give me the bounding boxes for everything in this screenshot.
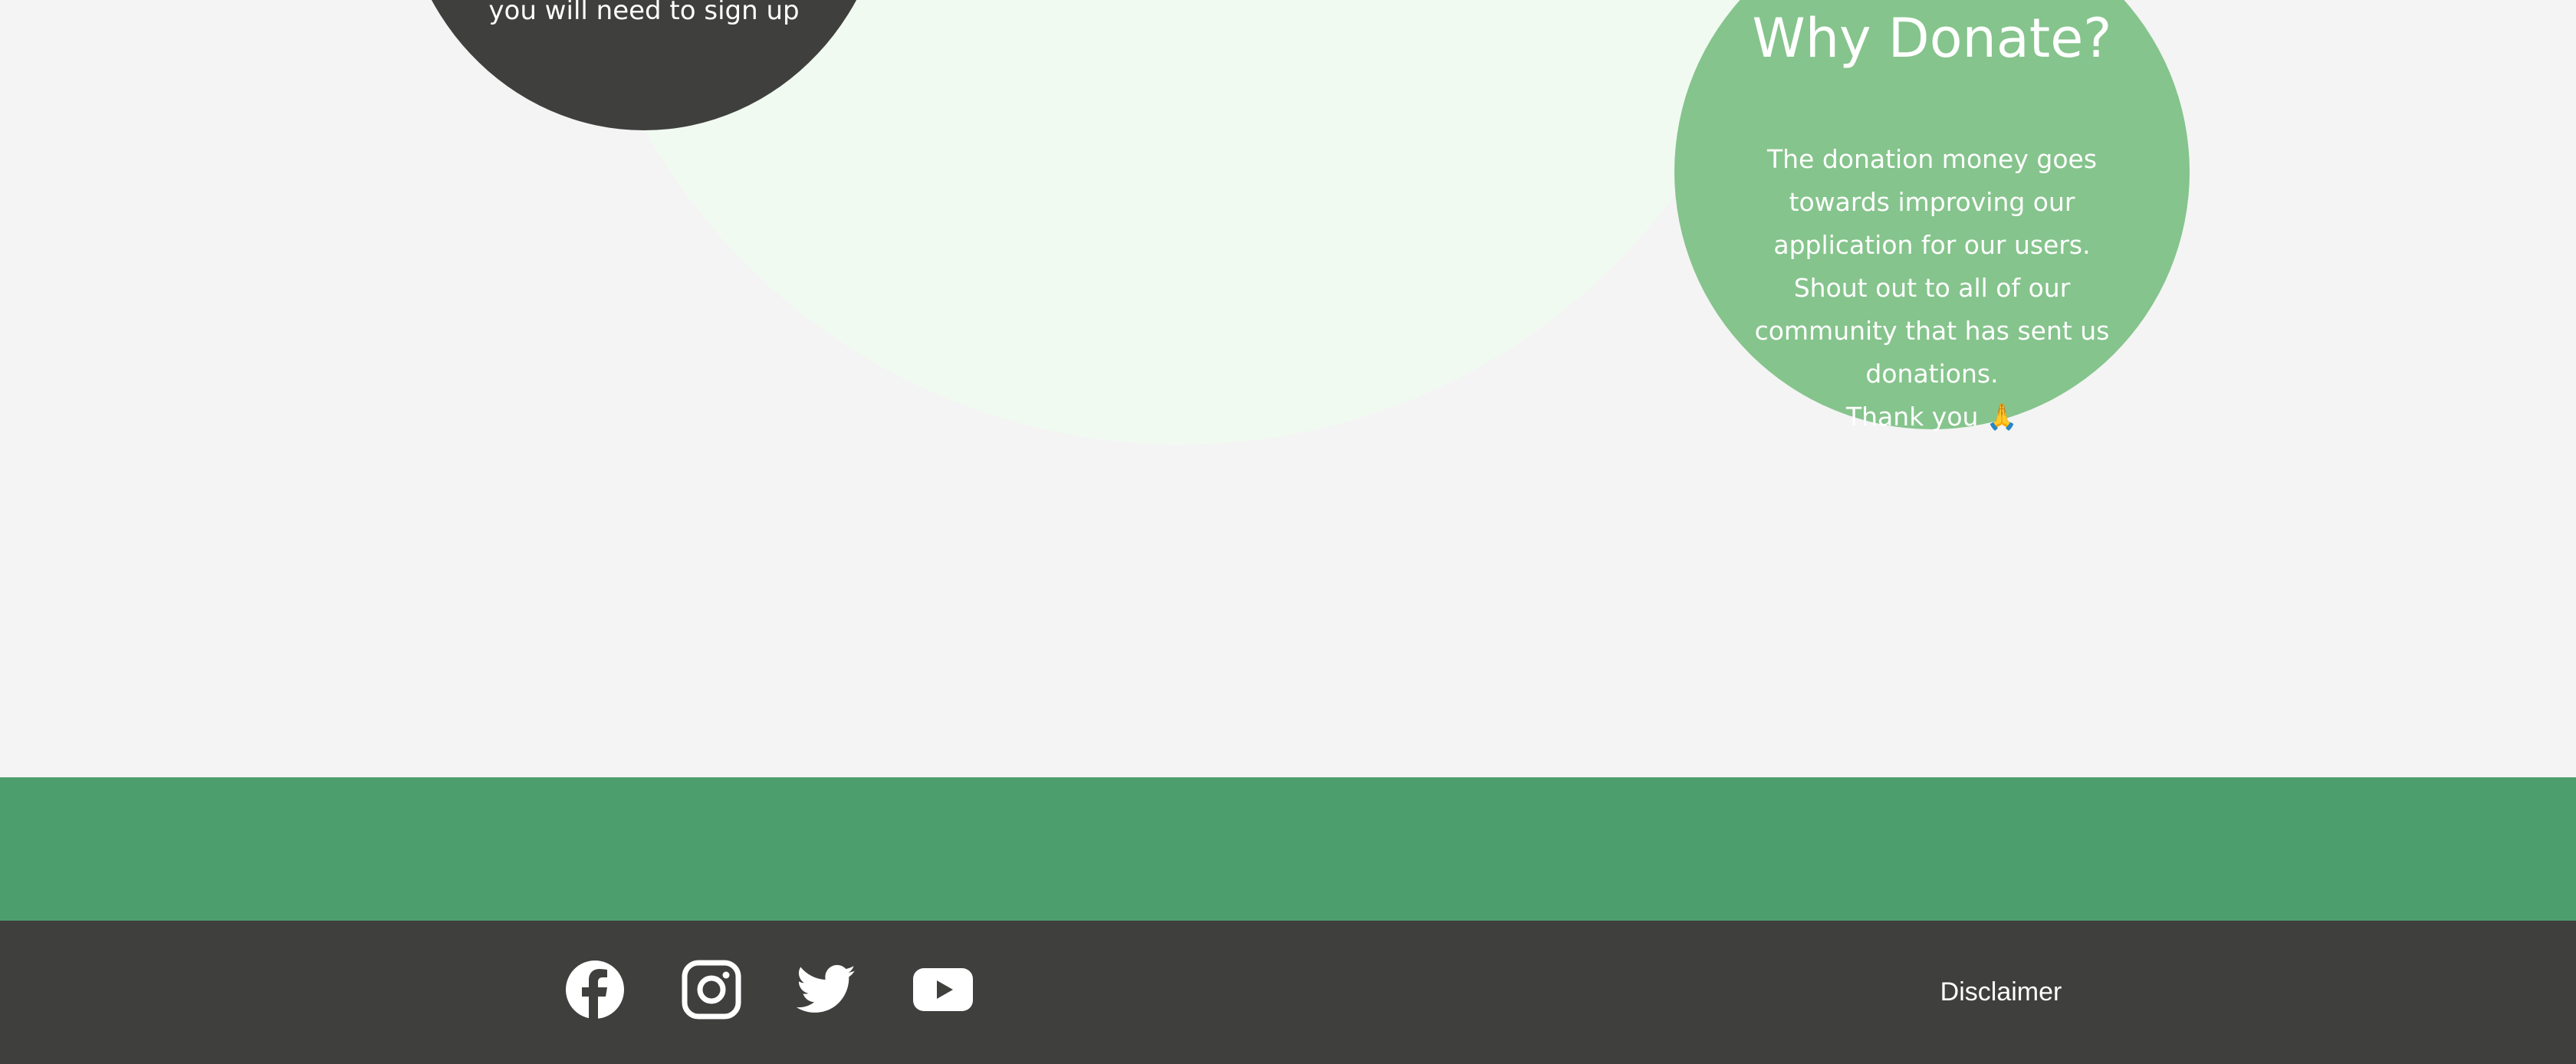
instagram-icon (682, 960, 741, 1020)
instagram-link[interactable] (681, 959, 742, 1020)
page: you will need to sign up Why Donate? The… (0, 0, 2576, 1064)
youtube-link[interactable] (912, 959, 974, 1020)
facebook-icon (566, 961, 624, 1020)
youtube-icon (913, 968, 973, 1011)
disclaimer-link[interactable]: Disclaimer (1886, 974, 2116, 1010)
facebook-link[interactable] (564, 959, 626, 1020)
twitter-link[interactable] (796, 959, 857, 1020)
why-donate-title: Why Donate? (1752, 7, 2112, 70)
why-donate-text: The donation money goes towards improvin… (1754, 144, 2110, 431)
footer-green-band (0, 777, 2576, 921)
twitter-icon (797, 964, 856, 1013)
footer: Disclaimer (0, 921, 2576, 1064)
signup-info-text: you will need to sign up (488, 0, 800, 26)
